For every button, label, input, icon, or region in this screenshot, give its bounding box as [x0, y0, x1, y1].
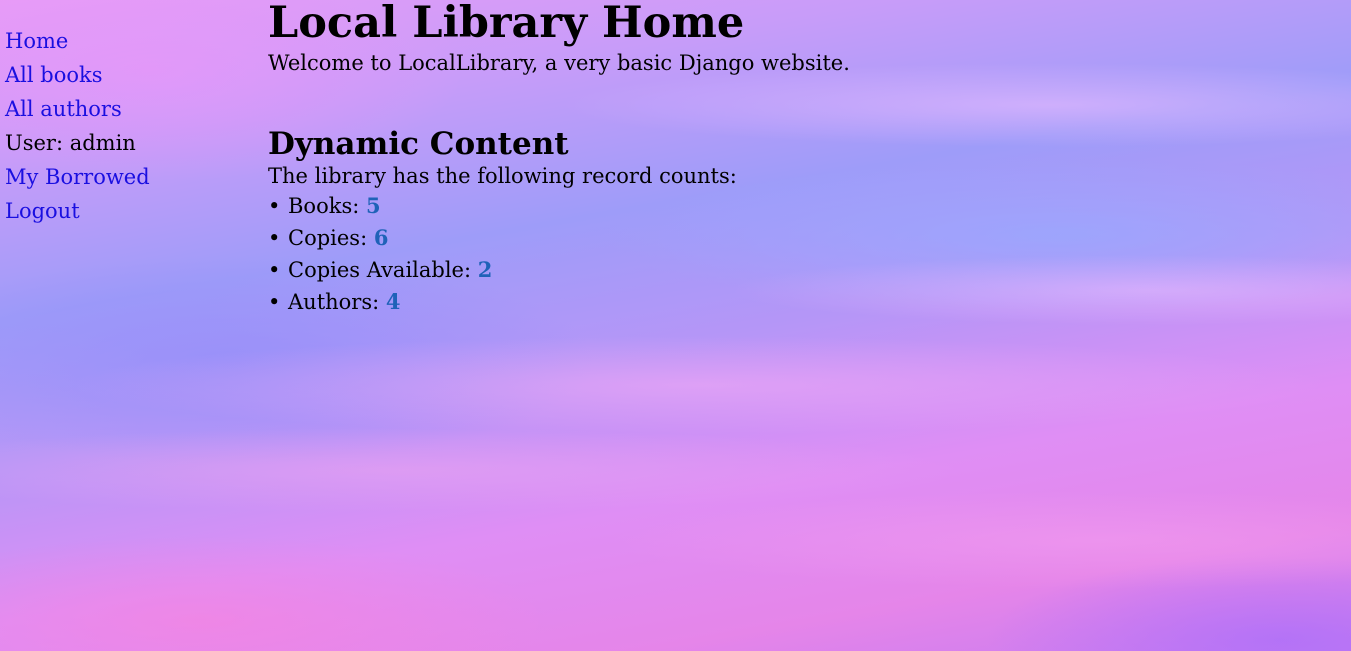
bullet-icon: • — [268, 258, 281, 282]
count-value: 5 — [365, 193, 381, 218]
count-label: Books: — [288, 194, 360, 218]
sidebar-nav: Home All books All authors User: admin M… — [5, 24, 245, 228]
count-label: Copies Available: — [288, 258, 472, 282]
sidebar-link-home[interactable]: Home — [5, 24, 245, 58]
bullet-icon: • — [268, 290, 281, 314]
sidebar-link-all-books[interactable]: All books — [5, 58, 245, 92]
main-content: Local Library Home Welcome to LocalLibra… — [268, 0, 1328, 318]
record-counts-list: • Books: 5 • Copies: 6 • Copies Available: … — [268, 190, 1328, 318]
count-value: 6 — [373, 225, 389, 250]
count-item-books: • Books: 5 — [268, 190, 1328, 222]
sidebar-link-my-borrowed[interactable]: My Borrowed — [5, 160, 245, 194]
count-value: 4 — [385, 289, 401, 314]
sidebar-user-label: User: admin — [5, 131, 136, 155]
count-item-authors: • Authors: 4 — [268, 286, 1328, 318]
count-value: 2 — [477, 257, 493, 282]
sidebar-link-logout[interactable]: Logout — [5, 194, 245, 228]
bullet-icon: • — [268, 226, 281, 250]
bullet-icon: • — [268, 194, 281, 218]
sidebar-link-all-authors[interactable]: All authors — [5, 92, 245, 126]
welcome-text: Welcome to LocalLibrary, a very basic Dj… — [268, 51, 850, 75]
count-label: Copies: — [288, 226, 368, 250]
page-title: Local Library Home — [268, 0, 745, 48]
record-counts-intro: The library has the following record cou… — [268, 164, 737, 188]
count-item-copies-available: • Copies Available: 2 — [268, 254, 1328, 286]
dynamic-content-heading: Dynamic Content — [268, 126, 569, 162]
count-item-copies: • Copies: 6 — [268, 222, 1328, 254]
count-label: Authors: — [288, 290, 380, 314]
